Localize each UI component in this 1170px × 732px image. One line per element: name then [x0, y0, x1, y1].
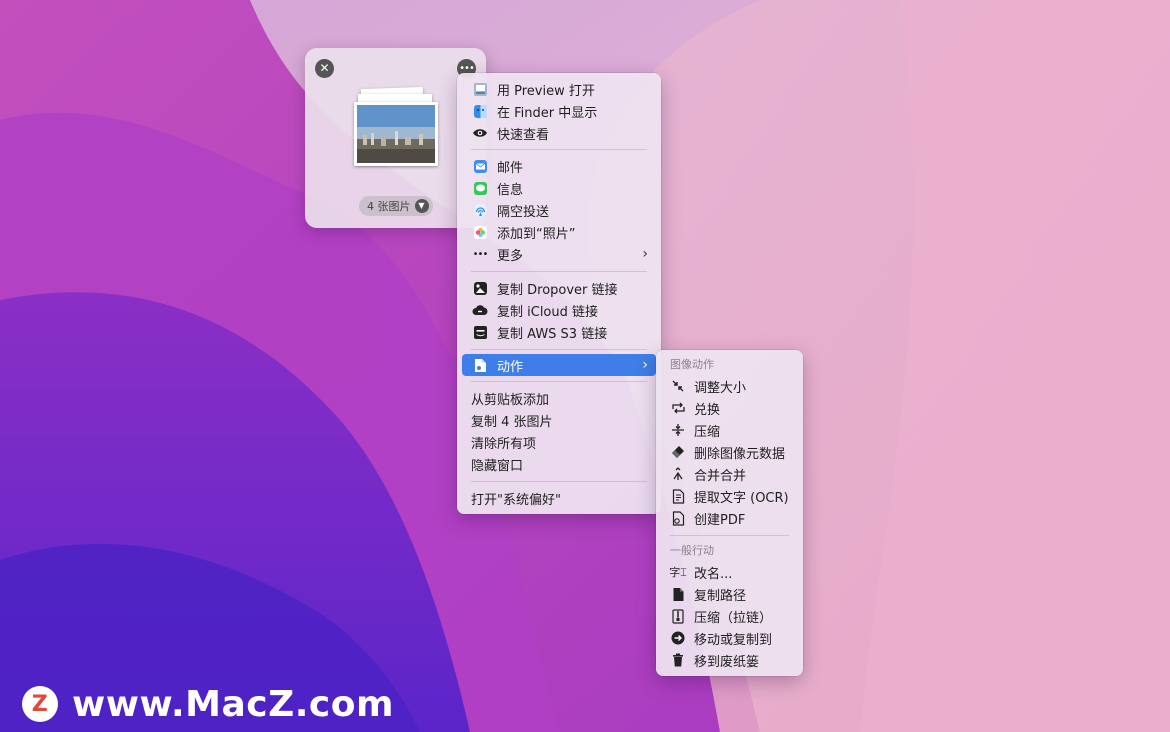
preview-app-icon: [472, 81, 488, 97]
submenu-item-compress[interactable]: 压缩: [661, 419, 798, 441]
submenu-item-remove-metadata[interactable]: 删除图像元数据: [661, 441, 798, 463]
menu-separator: [471, 481, 647, 482]
action-document-icon: [472, 357, 488, 373]
chevron-down-icon: ▼: [414, 199, 429, 213]
close-icon[interactable]: ✕: [315, 59, 334, 78]
zip-icon: [670, 608, 686, 624]
section-title-image-actions: 图像动作: [670, 358, 714, 371]
menu-item-quick-look[interactable]: 快速查看: [462, 122, 656, 144]
submenu-item-ocr[interactable]: 提取文字 (OCR): [661, 485, 798, 507]
eraser-icon: [670, 444, 686, 460]
menu-item-add-to-photos[interactable]: 添加到“照片”: [462, 221, 656, 243]
eye-icon: [472, 125, 488, 141]
section-title-general-actions: 一般行动: [670, 544, 714, 557]
menu-item-open-preferences[interactable]: 打开"系统偏好": [462, 487, 656, 509]
menu-item-messages[interactable]: 信息: [462, 177, 656, 199]
submenu-item-rename[interactable]: 字⌶ 改名...: [661, 561, 798, 583]
convert-icon: [670, 400, 686, 416]
photos-icon: [472, 224, 488, 240]
menu-item-clear-all[interactable]: 清除所有项: [462, 431, 656, 453]
finder-icon: [472, 103, 488, 119]
image-stack[interactable]: [352, 86, 442, 176]
menu-item-copy-dropover-link[interactable]: 复制 Dropover 链接: [462, 277, 656, 299]
menu-separator: [471, 271, 647, 272]
watermark: Z www.MacZ.com: [22, 683, 394, 725]
menu-separator: [670, 535, 789, 536]
submenu-item-copy-path[interactable]: 复制路径: [661, 583, 798, 605]
airdrop-icon: [472, 202, 488, 218]
image-count-dropdown[interactable]: 4 张图片 ▼: [359, 196, 433, 216]
menu-item-actions[interactable]: 动作 ›: [462, 354, 656, 376]
submenu-item-move-or-copy[interactable]: 移动或复制到: [661, 627, 798, 649]
pdf-icon: [670, 510, 686, 526]
merge-icon: [670, 466, 686, 482]
watermark-text: www.MacZ.com: [72, 683, 394, 725]
menu-item-add-from-clipboard[interactable]: 从剪贴板添加: [462, 387, 656, 409]
menu-item-copy-images[interactable]: 复制 4 张图片: [462, 409, 656, 431]
menu-separator: [471, 149, 647, 150]
context-menu: 用 Preview 打开 在 Finder 中显示 快速查看 邮件 信息 隔空投…: [457, 73, 661, 514]
menu-item-hide-window[interactable]: 隐藏窗口: [462, 453, 656, 475]
menu-item-copy-aws-s3-link[interactable]: 复制 AWS S3 链接: [462, 321, 656, 343]
menu-item-show-in-finder[interactable]: 在 Finder 中显示: [462, 100, 656, 122]
submenu-item-zip[interactable]: 压缩（拉链）: [661, 605, 798, 627]
arrow-circle-icon: [670, 630, 686, 646]
menu-item-more[interactable]: ••• 更多 ›: [462, 243, 656, 265]
actions-submenu: 图像动作 调整大小 兑换 压缩 删除图像元数据 合并合并 提取文字 (OCR): [656, 350, 803, 676]
ellipsis-icon: •••: [472, 248, 489, 260]
mail-icon: [472, 158, 488, 174]
menu-separator: [471, 349, 647, 350]
menu-separator: [471, 381, 647, 382]
messages-icon: [472, 180, 488, 196]
dropover-icon: [472, 280, 488, 296]
menu-item-open-with-preview[interactable]: 用 Preview 打开: [462, 78, 656, 100]
image-count-label: 4 张图片: [367, 200, 411, 213]
icloud-link-icon: [472, 302, 488, 318]
submenu-item-merge[interactable]: 合并合并: [661, 463, 798, 485]
submenu-item-move-to-trash[interactable]: 移到废纸篓: [661, 649, 798, 671]
ocr-icon: [670, 488, 686, 504]
chevron-right-icon: ›: [642, 357, 648, 373]
macz-logo: Z: [22, 686, 58, 722]
city-photo-thumbnail: [357, 105, 435, 163]
chevron-right-icon: ›: [642, 246, 648, 262]
stacked-image-front: [354, 102, 438, 166]
submenu-item-resize[interactable]: 调整大小: [661, 375, 798, 397]
copy-path-icon: [670, 586, 686, 602]
submenu-item-create-pdf[interactable]: 创建PDF: [661, 507, 798, 529]
trash-icon: [670, 652, 686, 668]
compress-icon: [670, 422, 686, 438]
submenu-item-convert[interactable]: 兑换: [661, 397, 798, 419]
menu-item-copy-icloud-link[interactable]: 复制 iCloud 链接: [462, 299, 656, 321]
rename-icon: 字⌶: [669, 566, 687, 579]
menu-item-airdrop[interactable]: 隔空投送: [462, 199, 656, 221]
resize-icon: [670, 378, 686, 394]
menu-item-mail[interactable]: 邮件: [462, 155, 656, 177]
aws-icon: [472, 324, 488, 340]
